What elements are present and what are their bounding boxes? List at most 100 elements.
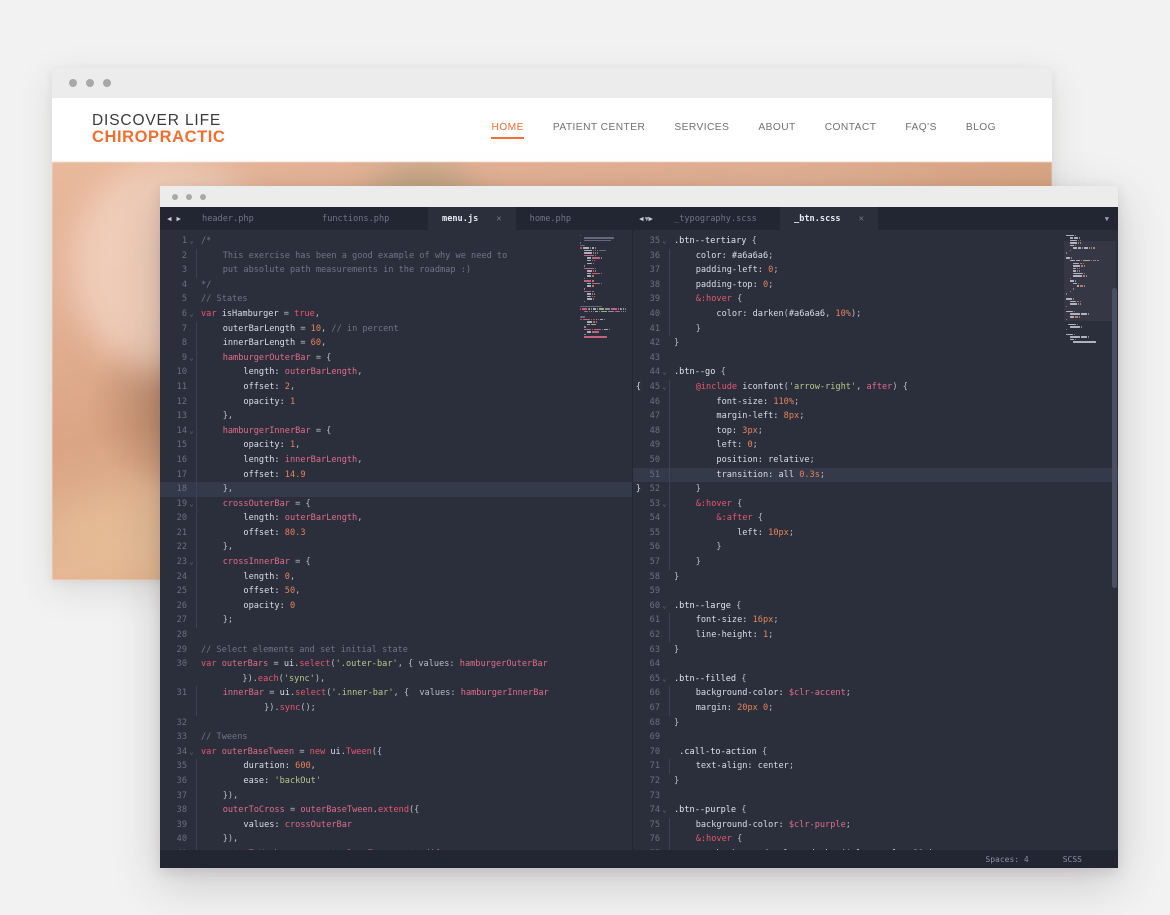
close-icon[interactable]: ✕ [859,214,864,224]
code-line: 47 margin-left: 8px; [633,409,1118,424]
status-spaces[interactable]: Spaces: 4 [985,855,1028,864]
line-number: 17 [176,469,187,480]
nav-item-patient-center[interactable]: PATIENT CENTER [553,122,645,139]
browser-maximize-dot[interactable] [103,79,111,87]
code-text: top: 3px; [669,423,1118,439]
nav-item-home[interactable]: HOME [491,122,525,139]
tab-home-php[interactable]: home.php [516,207,636,230]
code-line: 74 ⌄ .btn--purple { [633,803,1118,818]
tab-functions-php[interactable]: functions.php [308,207,428,230]
browser-close-dot[interactable] [69,79,77,87]
tab-typography-scss[interactable]: _typography.scss [660,207,780,230]
editor-pane-right[interactable]: 35 ⌄ .btn--tertiary {36 color: #a6a6a6; 37 … [633,230,1118,850]
line-number: 72 [649,775,660,786]
code-text: } [674,571,680,582]
line-number: 18 [176,484,187,495]
code-line: 50 position: relative; [633,452,1118,468]
code-text: } [669,321,1118,337]
line-number: 7 [181,323,187,334]
line-number: 24 [176,571,187,582]
line-number: 68 [649,717,660,728]
tab-prev-arrow-icon[interactable]: ◀ [639,215,644,223]
fold-arrow-icon[interactable]: ⌄ [187,555,196,570]
code-line: 68} [633,716,1118,731]
code-line: } 52 } [633,482,1118,497]
editor-maximize-dot[interactable] [200,193,206,200]
code-line: 46 font-size: 110%; [633,394,1118,410]
line-number: 4 [181,279,187,290]
line-number: 51 [649,469,660,480]
fold-arrow-icon[interactable]: ⌄ [187,307,196,322]
fold-arrow-icon[interactable]: ⌄ [660,803,669,818]
fold-arrow-icon[interactable]: ⌄ [660,365,669,380]
site-logo[interactable]: DISCOVER LIFE CHIROPRACTIC [92,112,225,147]
editor-close-dot[interactable] [172,193,178,200]
editor-pane-left[interactable]: 1 ⌄/* 2 This exercise has been a good exam… [160,230,633,850]
code-text: left: 0; [669,438,1118,453]
code-content-menu-js[interactable]: 1 ⌄/* 2 This exercise has been a good exam… [160,230,632,850]
fold-arrow-icon[interactable]: ⌄ [187,497,196,512]
nav-item-blog[interactable]: BLOG [966,122,996,139]
line-number: 52 [649,484,660,495]
code-line: 38 outerToCross = outerBaseTween.extend(… [160,803,632,818]
status-syntax[interactable]: SCSS [1063,855,1082,864]
code-content-btn-scss[interactable]: 35 ⌄ .btn--tertiary {36 color: #a6a6a6; 37 … [633,230,1118,850]
browser-minimize-dot[interactable] [86,79,94,87]
line-number: 55 [649,527,660,538]
tab-next-arrow-icon[interactable]: ▶ [649,215,654,223]
code-line: 58} [633,570,1118,585]
code-line: 34 ⌄ var outerBaseTween = new ui.Tween({ [160,745,632,760]
code-text: background-color: $clr-purple; [669,817,1118,833]
tab-prev-arrow-icon[interactable]: ◀ [167,215,172,223]
code-line: 12 opacity: 1 [160,394,632,410]
code-text: opacity: 1 [196,394,632,410]
fold-arrow-icon[interactable]: ⌄ [660,497,669,512]
line-number: 36 [649,250,660,261]
editor-panes: 1 ⌄/* 2 This exercise has been a good exam… [160,230,1118,850]
fold-arrow-icon[interactable]: ⌄ [187,424,196,439]
left-tab-scroll-arrows[interactable]: ◀ ▶ [160,207,188,230]
code-line: 39 &:hover { [633,292,1118,307]
right-tab-overflow-dropdown-icon[interactable]: ▼ [1096,207,1118,230]
fold-arrow-icon[interactable]: ⌄ [187,351,196,366]
code-text: outerToHamburger = outerBaseTween.extend… [196,846,632,850]
logo-line-1: DISCOVER LIFE [92,112,222,130]
code-line: 10 length: outerBarLength, [160,365,632,380]
editor-statusbar: Spaces: 4 SCSS [160,850,1118,868]
fold-arrow-icon[interactable]: ⌄ [660,599,669,614]
site-header: DISCOVER LIFE CHIROPRACTIC HOME PATIENT … [52,98,1052,162]
fold-arrow-icon[interactable]: ⌄ [660,234,669,249]
tab-header-php[interactable]: header.php [188,207,308,230]
code-line: 26 opacity: 0 [160,598,632,614]
code-text: crossInnerBar = { [196,555,632,570]
fold-arrow-icon[interactable]: ⌄ [187,234,196,249]
fold-arrow-icon[interactable]: ⌄ [660,672,669,687]
editor-minimize-dot[interactable] [186,193,192,200]
code-line: 7 outerBarLength = 10, // in percent [160,321,632,337]
tab-btn-scss[interactable]: _btn.scss ✕ [780,207,879,230]
code-line: 16 length: innerBarLength, [160,452,632,468]
nav-item-about[interactable]: ABOUT [758,122,795,139]
line-number: 54 [649,513,660,524]
code-text: // Select elements and set initial state [201,644,408,655]
nav-item-faqs[interactable]: FAQ'S [905,122,936,139]
fold-arrow-icon[interactable]: ⌄ [660,380,669,395]
fold-arrow-icon[interactable]: ⌄ [187,745,196,760]
code-line: 14 ⌄ hamburgerInnerBar = { [160,423,632,439]
code-line: 3 put absolute path measurements in the … [160,263,632,278]
right-tab-scroll-arrows[interactable]: ◀ ▶ [632,207,660,230]
line-number: 26 [176,600,187,611]
line-number: 8 [181,338,187,349]
tab-menu-js[interactable]: menu.js ✕ [428,207,516,230]
scrollbar-thumb[interactable] [1112,288,1117,588]
vertical-scrollbar[interactable] [1111,230,1118,850]
code-text: }, [196,409,632,424]
code-text: }, [196,540,632,556]
nav-item-contact[interactable]: CONTACT [825,122,877,139]
nav-item-services[interactable]: SERVICES [674,122,729,139]
close-icon[interactable]: ✕ [496,214,501,224]
code-text: } [674,717,680,728]
code-text: background-color: $clr-accent; [669,686,1118,701]
tab-next-arrow-icon[interactable]: ▶ [177,215,182,223]
